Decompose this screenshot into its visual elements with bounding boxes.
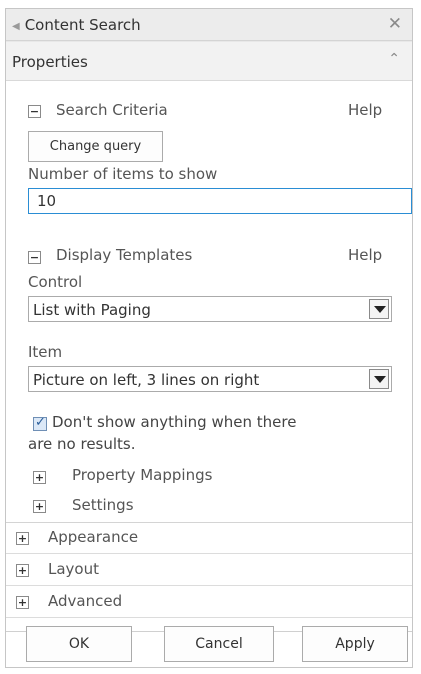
minus-icon[interactable]: −: [28, 105, 41, 118]
close-icon[interactable]: ✕: [388, 14, 402, 34]
layout-group[interactable]: + Layout: [6, 554, 412, 586]
control-label: Control: [28, 273, 83, 291]
title-text: Content Search: [24, 16, 141, 34]
item-label: Item: [28, 343, 63, 361]
property-mappings-link[interactable]: Property Mappings: [72, 466, 212, 484]
ok-button[interactable]: OK: [26, 626, 132, 662]
advanced-label[interactable]: Advanced: [48, 592, 122, 610]
no-results-label-line1: Don't show anything when there: [52, 413, 297, 431]
item-select[interactable]: Picture on left, 3 lines on right: [28, 366, 392, 392]
items-to-show-label: Number of items to show: [28, 165, 218, 183]
apply-button[interactable]: Apply: [302, 626, 408, 662]
collapse-triangle-icon[interactable]: ◀: [12, 21, 20, 32]
properties-title: Properties: [12, 53, 88, 71]
change-query-button[interactable]: Change query: [28, 131, 163, 162]
appearance-group[interactable]: + Appearance: [6, 522, 412, 554]
no-results-checkbox[interactable]: [33, 415, 47, 431]
title-bar: ◀ Content Search ✕: [6, 9, 412, 41]
search-criteria-help-link[interactable]: Help: [348, 101, 382, 119]
no-results-label-line2: are no results.: [28, 435, 136, 453]
advanced-group[interactable]: + Advanced: [6, 586, 412, 618]
items-to-show-input[interactable]: 10: [28, 188, 412, 214]
plus-icon[interactable]: +: [33, 471, 46, 484]
minus-icon[interactable]: −: [28, 251, 41, 264]
content-search-panel: ◀ Content Search ✕ Properties ⌃ − Search …: [5, 8, 413, 668]
display-templates-help-link[interactable]: Help: [348, 246, 382, 264]
cancel-button[interactable]: Cancel: [164, 626, 274, 662]
plus-icon[interactable]: +: [16, 596, 29, 609]
control-select-value: List with Paging: [33, 301, 151, 319]
layout-label[interactable]: Layout: [48, 560, 99, 578]
title[interactable]: ◀ Content Search: [12, 16, 141, 34]
plus-icon[interactable]: +: [16, 532, 29, 545]
appearance-label[interactable]: Appearance: [48, 528, 138, 546]
double-chevron-up-icon[interactable]: ⌃: [388, 51, 400, 67]
plus-icon[interactable]: +: [33, 500, 46, 513]
display-templates-heading[interactable]: Display Templates: [56, 246, 192, 264]
control-select[interactable]: List with Paging: [28, 296, 392, 322]
dropdown-arrow-icon[interactable]: [369, 369, 389, 389]
settings-link[interactable]: Settings: [72, 496, 134, 514]
footer: OK Cancel Apply: [6, 626, 412, 667]
search-criteria-heading[interactable]: Search Criteria: [56, 101, 168, 119]
item-select-value: Picture on left, 3 lines on right: [33, 371, 260, 389]
properties-header[interactable]: Properties ⌃: [6, 41, 412, 81]
dropdown-arrow-icon[interactable]: [369, 299, 389, 319]
plus-icon[interactable]: +: [16, 564, 29, 577]
